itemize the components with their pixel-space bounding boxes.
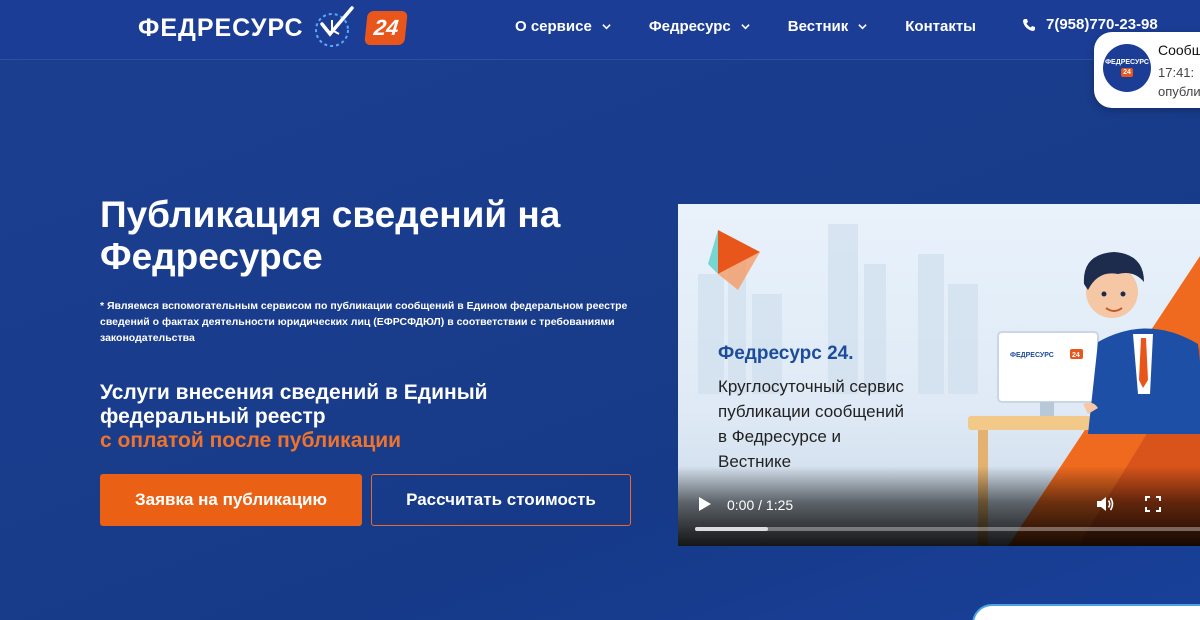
video-caption-line: в Федресурсе и <box>718 427 842 446</box>
top-navigation-bar: ФЕДРЕСУРС 24 О сервисе Федресурс Вестник… <box>0 0 1200 60</box>
monitor-logo-text: ФЕДРЕСУРС <box>1010 352 1054 359</box>
play-icon[interactable] <box>698 496 712 512</box>
services-heading: Услуги внесения сведений в Единый федера… <box>100 381 620 453</box>
publication-request-button[interactable]: Заявка на публикацию <box>100 474 362 526</box>
site-logo[interactable]: ФЕДРЕСУРС 24 <box>138 4 408 52</box>
video-time: 0:00 / 1:25 <box>727 497 794 513</box>
phone-icon <box>1023 18 1035 31</box>
logo-badge: 24 <box>363 11 408 45</box>
chevron-down-icon <box>602 23 611 29</box>
nav-item-vestnik[interactable]: Вестник <box>788 18 867 35</box>
fullscreen-icon[interactable] <box>1145 496 1161 512</box>
nav-item-label: Федресурс <box>648 17 731 35</box>
video-player[interactable]: ФЕДРЕСУРС 24 Федресурс 24. Круглосуточны… <box>678 204 1200 546</box>
chevron-down-icon <box>741 23 750 29</box>
monitor-badge: 24 <box>1072 352 1080 359</box>
video-caption: Круглосуточный сервис публикации сообщен… <box>718 374 978 474</box>
phone-number: 7(958)770-23-98 <box>1046 16 1158 33</box>
nav-item-label: Контакты <box>905 17 976 35</box>
phone-link[interactable]: 7(958)770-23-98 <box>1022 16 1158 33</box>
page-title: Публикация сведений на Федресурсе <box>100 194 561 277</box>
nav-item-about[interactable]: О сервисе <box>515 18 611 35</box>
chevron-down-icon <box>858 23 867 29</box>
volume-icon[interactable] <box>1096 495 1114 513</box>
nav-item-label: О сервисе <box>515 17 592 35</box>
services-line: Услуги внесения сведений в Единый федера… <box>100 381 488 428</box>
calculate-cost-button[interactable]: Рассчитать стоимость <box>371 474 631 526</box>
nav-item-contacts[interactable]: Контакты <box>905 18 976 35</box>
nav-item-label: Вестник <box>787 17 849 35</box>
video-caption-line: публикации сообщений <box>718 402 904 421</box>
video-controls: 0:00 / 1:25 <box>678 466 1200 546</box>
video-caption-title: Федресурс 24. <box>718 343 854 364</box>
video-caption-line: Круглосуточный сервис <box>718 377 904 396</box>
video-progress-bar[interactable] <box>695 527 1200 531</box>
avatar-logo-text: ФЕДРЕСУРС <box>1105 59 1149 66</box>
notification-time: 17:41: <box>1158 65 1195 80</box>
notification-title: Сообщ <box>1158 42 1200 58</box>
video-buffered-bar <box>695 527 768 531</box>
logo-text: ФЕДРЕСУРС <box>138 13 304 42</box>
notification-text: опубли <box>1158 84 1200 99</box>
avatar-badge: 24 <box>1121 68 1133 77</box>
services-accent: с оплатой после публикации <box>100 429 402 452</box>
avatar: ФЕДРЕСУРС 24 <box>1103 44 1151 92</box>
notification-popup[interactable]: ФЕДРЕСУРС 24 Сообщ 17:41: опубли <box>1094 32 1200 108</box>
disclaimer-note: * Являемся вспомогательным сервисом по п… <box>100 300 628 344</box>
clock-check-icon <box>314 6 354 47</box>
chat-widget[interactable] <box>972 604 1200 620</box>
nav-item-fedresurs[interactable]: Федресурс <box>649 18 750 35</box>
main-nav: О сервисе Федресурс Вестник Контакты <box>515 0 1014 52</box>
